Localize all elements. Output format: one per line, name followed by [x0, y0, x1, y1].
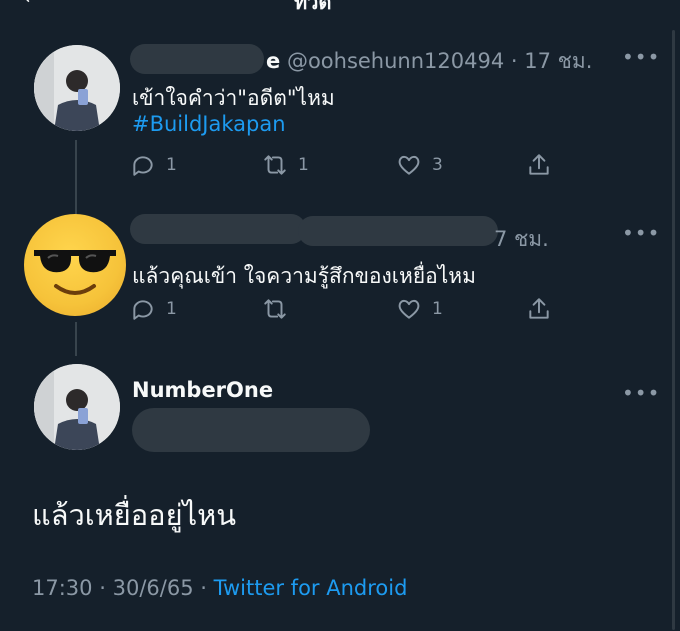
handle[interactable]: @oohsehunn120494: [287, 49, 504, 73]
like-button[interactable]: 1: [396, 296, 443, 322]
more-icon[interactable]: •••: [622, 47, 660, 67]
tweet-text: แล้วเหยื่ออยู่ไหน: [32, 498, 237, 532]
retweet-count: 1: [298, 155, 309, 175]
timestamp[interactable]: 17 ชม.: [524, 49, 592, 73]
like-count: 1: [432, 299, 443, 319]
display-name[interactable]: NumberOne: [132, 378, 273, 402]
separator: ·: [510, 49, 518, 73]
more-icon[interactable]: •••: [622, 223, 660, 243]
avatar[interactable]: [34, 364, 120, 450]
reply-icon: [133, 156, 153, 176]
header-title: ทวีต: [294, 0, 332, 14]
reply-count: 1: [166, 299, 177, 319]
share-icon: [529, 298, 549, 319]
tweet-time: 17:30: [32, 576, 93, 600]
share-icon: [529, 154, 549, 175]
heart-icon: [398, 299, 420, 319]
share-button[interactable]: [526, 152, 552, 178]
sunglasses-emoji-icon[interactable]: [24, 214, 126, 316]
handle-redacted: [298, 216, 498, 246]
reply-count: 1: [166, 155, 177, 175]
tweet-text: เข้าใจคำว่า"อดีต"ไหม: [132, 86, 335, 110]
back-icon[interactable]: ←: [24, 0, 39, 9]
retweet-icon: [264, 155, 286, 175]
thread-line: [75, 140, 77, 218]
reply-button[interactable]: 1: [130, 152, 177, 178]
thread-line: [75, 322, 77, 356]
reply-icon: [133, 300, 153, 320]
avatar[interactable]: [34, 45, 120, 131]
handle-suffix: e: [266, 49, 281, 73]
tweet-text: แล้วคุณเข้า ใจความรู้สึกของเหยื่อไหม: [132, 264, 476, 288]
retweet-button[interactable]: 1: [262, 152, 309, 178]
retweet-icon: [264, 299, 286, 319]
more-icon[interactable]: •••: [622, 383, 660, 403]
separator: ·: [200, 576, 207, 600]
scrollbar[interactable]: [672, 30, 675, 630]
heart-icon: [398, 155, 420, 175]
display-name-redacted: [130, 214, 306, 244]
like-count: 3: [432, 155, 443, 175]
tweet-date: 30/6/65: [112, 576, 194, 600]
hashtag-link[interactable]: #BuildJakapan: [132, 112, 286, 136]
source-link[interactable]: Twitter for Android: [214, 576, 408, 600]
retweet-button[interactable]: [262, 296, 298, 322]
reply-button[interactable]: 1: [130, 296, 177, 322]
handle-redacted: [132, 408, 370, 452]
share-button[interactable]: [526, 296, 552, 322]
like-button[interactable]: 3: [396, 152, 443, 178]
timestamp[interactable]: 7 ชม.: [494, 223, 549, 256]
separator: ·: [99, 576, 106, 600]
